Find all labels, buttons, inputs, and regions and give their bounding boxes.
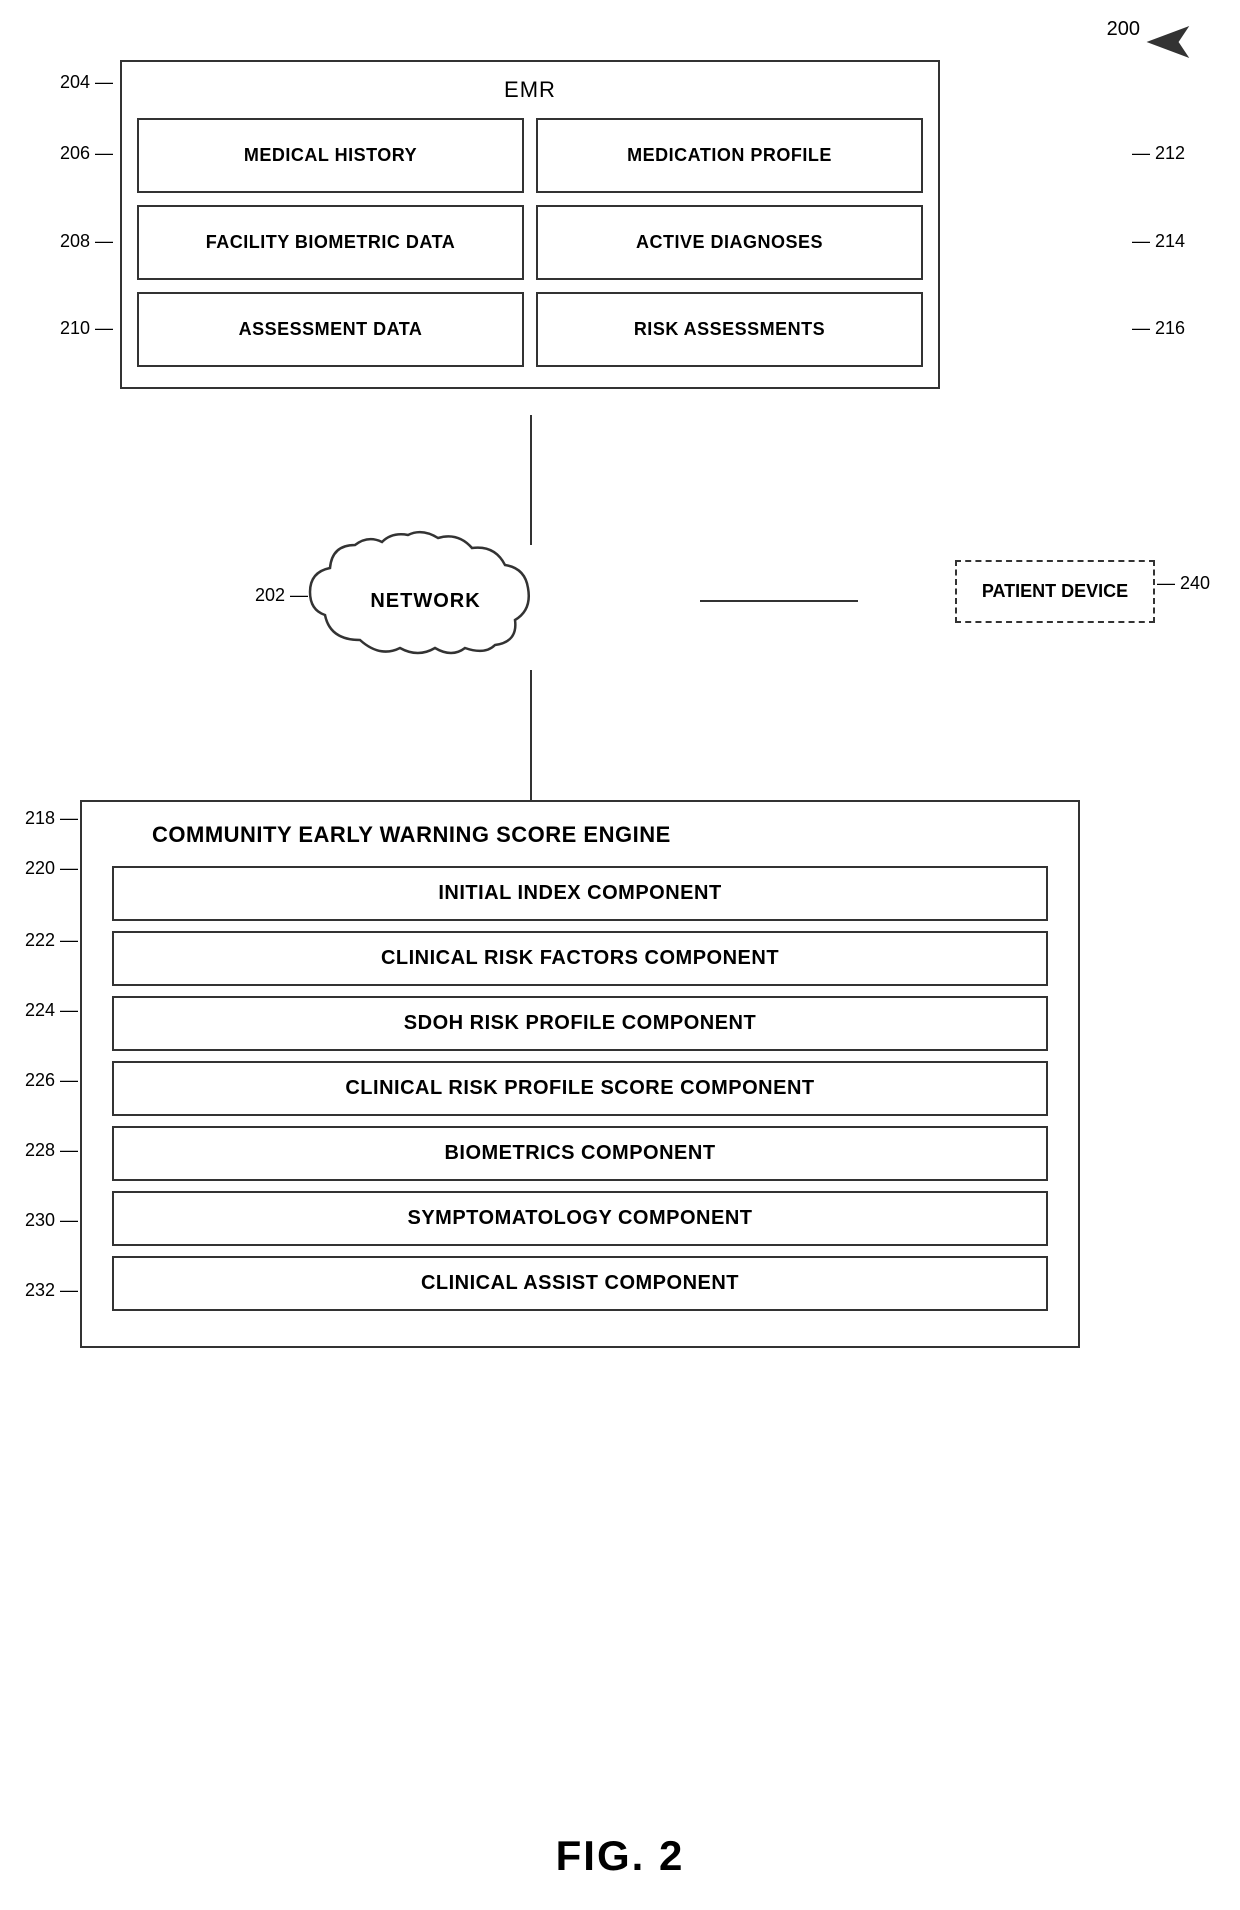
ref-224: 224 — — [25, 1000, 78, 1021]
ref-240: — 240 — [1157, 573, 1210, 594]
cews-component-sdoh-risk-profile: SDOH RISK PROFILE COMPONENT — [112, 996, 1048, 1051]
cews-component-clinical-risk-factors: CLINICAL RISK FACTORS COMPONENT — [112, 931, 1048, 986]
diagram-container: 200 204 — 206 — 208 — 210 — — 212 — 214 … — [0, 0, 1240, 1910]
cews-engine-box: COMMUNITY EARLY WARNING SCORE ENGINE INI… — [80, 800, 1080, 1348]
network-label: NETWORK — [348, 590, 503, 613]
figure-number: 200 — [1107, 18, 1140, 41]
emr-cell-risk-assessments: RISK ASSESSMENTS — [536, 292, 923, 367]
emr-cell-facility-biometric: FACILITY BIOMETRIC DATA — [137, 205, 524, 280]
cews-component-clinical-risk-profile-score: CLINICAL RISK PROFILE SCORE COMPONENT — [112, 1061, 1048, 1116]
emr-label: EMR — [137, 77, 923, 103]
ref-208: 208 — — [60, 231, 113, 252]
cews-component-symptomatology: SYMPTOMATOLOGY COMPONENT — [112, 1191, 1048, 1246]
ref-230: 230 — — [25, 1210, 78, 1231]
ref-218: 218 — — [25, 808, 78, 829]
ref-228: 228 — — [25, 1140, 78, 1161]
emr-cell-medication-profile: MEDICATION PROFILE — [536, 118, 923, 193]
ref-232: 232 — — [25, 1280, 78, 1301]
emr-cell-assessment-data: ASSESSMENT DATA — [137, 292, 524, 367]
emr-cell-active-diagnoses: ACTIVE DIAGNOSES — [536, 205, 923, 280]
figure-caption: FIG. 2 — [0, 1832, 1240, 1880]
ref-226: 226 — — [25, 1070, 78, 1091]
ref-212: — 212 — [1132, 143, 1185, 164]
connector-network-to-cews — [530, 670, 532, 800]
cews-component-biometrics: BIOMETRICS COMPONENT — [112, 1126, 1048, 1181]
ref-216: — 216 — [1132, 318, 1185, 339]
ref-210: 210 — — [60, 318, 113, 339]
connector-cloud-to-patient — [700, 600, 858, 602]
cews-component-initial-index: INITIAL INDEX COMPONENT — [112, 866, 1048, 921]
emr-box: EMR MEDICAL HISTORY MEDICATION PROFILE F… — [120, 60, 940, 389]
emr-grid: MEDICAL HISTORY MEDICATION PROFILE FACIL… — [137, 118, 923, 367]
ref-222: 222 — — [25, 930, 78, 951]
cews-title: COMMUNITY EARLY WARNING SCORE ENGINE — [152, 822, 1048, 848]
patient-device-box: PATIENT DEVICE — [955, 560, 1155, 623]
connector-emr-to-network — [530, 415, 532, 545]
ref-220: 220 — — [25, 858, 78, 879]
ref-206: 206 — — [60, 143, 113, 164]
ref-214: — 214 — [1132, 231, 1185, 252]
figure-ref-200 — [1138, 22, 1198, 67]
cews-component-clinical-assist: CLINICAL ASSIST COMPONENT — [112, 1256, 1048, 1311]
ref-204: 204 — — [60, 72, 113, 93]
emr-cell-medical-history: MEDICAL HISTORY — [137, 118, 524, 193]
